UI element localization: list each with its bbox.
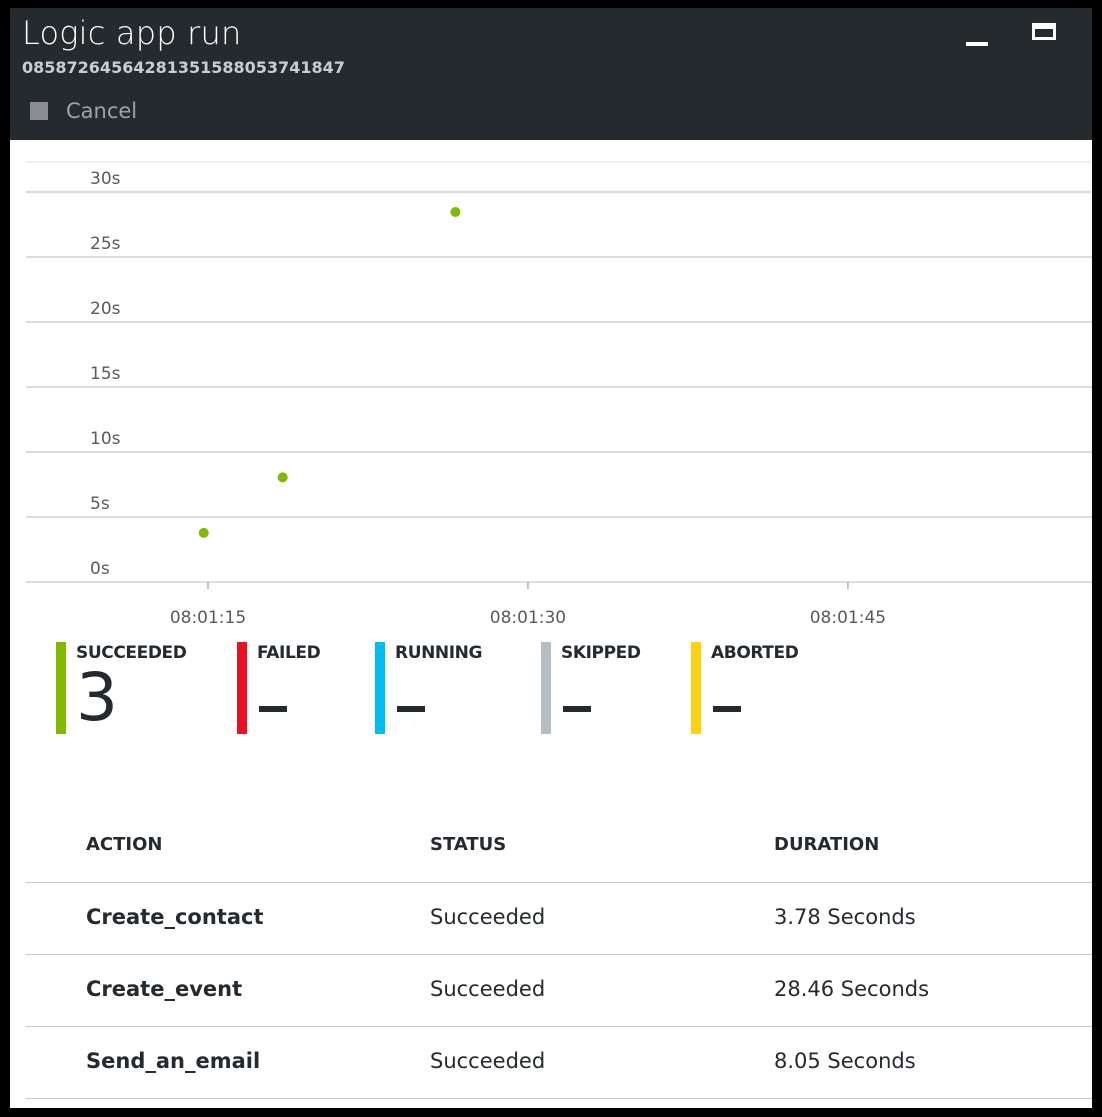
maximize-icon [1032, 23, 1056, 40]
table-header: ACTION STATUS DURATION [26, 824, 1092, 883]
table-row[interactable]: Create_event Succeeded 28.46 Seconds [26, 955, 1092, 1027]
actions-table: ACTION STATUS DURATION Create_contact Su… [26, 824, 1092, 1099]
status-count: 3 [76, 659, 118, 736]
y-tick-label: 10s [90, 429, 121, 449]
cancel-label: Cancel [66, 99, 138, 123]
status-summary: SUCCEEDED 3 FAILED RUNNING SKIPPED ABORT… [10, 642, 1092, 742]
stop-icon [30, 102, 48, 120]
logic-app-run-blade: Logic app run 08587264564281351588053741… [10, 8, 1092, 1108]
data-point [277, 472, 288, 483]
table-row[interactable]: Send_an_email Succeeded 8.05 Seconds [26, 1027, 1092, 1099]
action-duration: 8.05 Seconds [774, 1049, 916, 1073]
y-tick-label: 15s [90, 364, 121, 384]
status-count-empty [563, 706, 591, 712]
aborted-color-bar [691, 642, 701, 734]
action-name: Send_an_email [86, 1049, 261, 1073]
status-count-empty [397, 706, 425, 712]
blade-title: Logic app run [22, 14, 242, 52]
y-tick-label: 0s [90, 559, 110, 579]
y-tick-label: 30s [90, 169, 121, 189]
running-color-bar [375, 642, 385, 734]
cancel-button[interactable]: Cancel [30, 98, 137, 124]
duration-scatter-chart: 30s 25s 20s 15s 10s 5s 0s 08:01:15 08:01:30 08:01… [26, 161, 1092, 628]
action-duration: 3.78 Seconds [774, 905, 916, 929]
status-label: ABORTED [711, 643, 799, 663]
failed-color-bar [237, 642, 247, 734]
x-tick-label: 08:01:45 [810, 608, 886, 628]
action-status: Succeeded [430, 905, 546, 929]
run-id: 08587264564281351588053741847 [22, 58, 345, 77]
x-tick-label: 08:01:30 [490, 608, 566, 628]
succeeded-color-bar [56, 642, 66, 734]
status-label: SKIPPED [561, 643, 641, 663]
status-count-empty [713, 706, 741, 712]
y-tick-label: 20s [90, 299, 121, 319]
x-tick-label: 08:01:15 [170, 608, 246, 628]
action-name: Create_event [86, 977, 243, 1001]
y-tick-label: 25s [90, 234, 121, 254]
data-point [450, 207, 461, 218]
action-duration: 28.46 Seconds [774, 977, 930, 1001]
maximize-button[interactable] [1030, 20, 1062, 52]
y-tick-label: 5s [90, 494, 110, 514]
skipped-color-bar [541, 642, 551, 734]
blade-header: Logic app run 08587264564281351588053741… [10, 8, 1092, 140]
data-point [198, 527, 209, 538]
action-name: Create_contact [86, 905, 264, 929]
status-label: FAILED [257, 643, 321, 663]
action-status: Succeeded [430, 1049, 546, 1073]
column-header-status[interactable]: STATUS [430, 834, 506, 855]
table-row[interactable]: Create_contact Succeeded 3.78 Seconds [26, 883, 1092, 955]
action-status: Succeeded [430, 977, 546, 1001]
column-header-duration[interactable]: DURATION [774, 834, 879, 855]
minimize-button[interactable] [960, 20, 992, 52]
status-count-empty [259, 706, 287, 712]
status-label: RUNNING [395, 643, 483, 663]
column-header-action[interactable]: ACTION [86, 834, 162, 855]
minimize-icon [966, 42, 988, 46]
